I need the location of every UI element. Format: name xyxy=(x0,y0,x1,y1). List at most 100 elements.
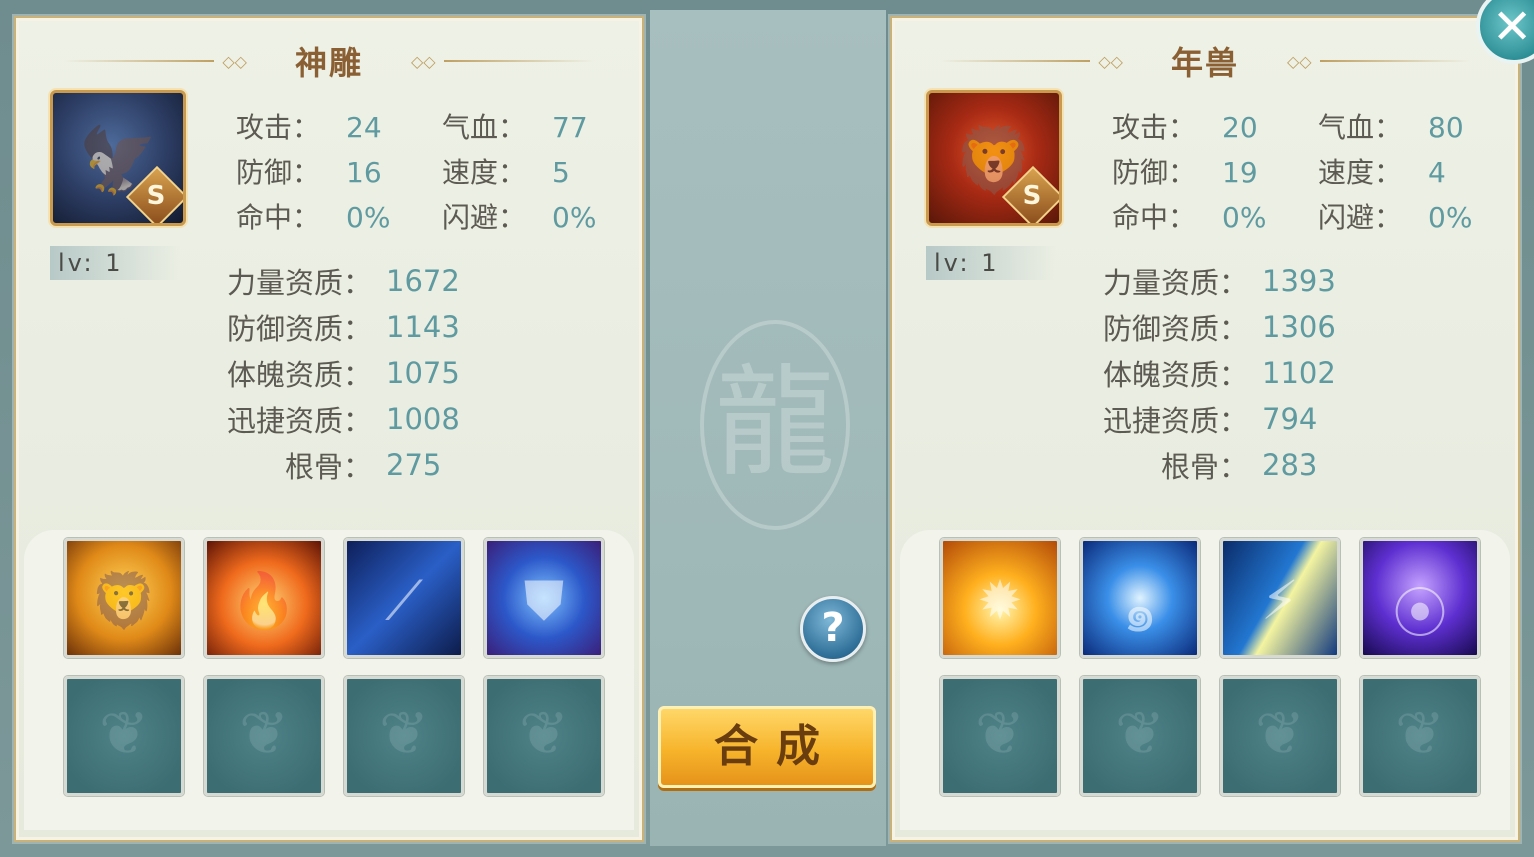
claw-icon: ⟋ xyxy=(385,569,423,632)
phoenix-skill-icon[interactable]: 🔥 xyxy=(204,538,324,658)
pillar-icon: ⦿ xyxy=(1393,582,1447,645)
title-divider xyxy=(1319,60,1470,62)
left-title-bar: ◇◇ 神雕 ◇◇ xyxy=(16,34,642,88)
empty-skill-slot[interactable] xyxy=(64,676,184,796)
lightning-icon: ⚡ xyxy=(1261,569,1299,632)
empty-skill-slot[interactable] xyxy=(484,676,604,796)
stat-label: 防御： xyxy=(1112,156,1197,189)
left-skills-grid: 🦁 🔥 ⟋ ⛊ xyxy=(24,530,634,830)
lightning-skill-icon[interactable]: ⚡ xyxy=(1220,538,1340,658)
stat-label: 速度： xyxy=(442,156,527,189)
left-pet-name: 神雕 xyxy=(294,44,363,82)
ornament-icon: ◇◇ xyxy=(222,51,247,71)
stat-label: 气血： xyxy=(442,111,527,144)
quality-value: 1393 xyxy=(1262,264,1336,298)
stat-value: 24 xyxy=(346,111,382,144)
quality-row: 体魄资质： 1075 xyxy=(216,350,616,396)
right-pet-name: 年兽 xyxy=(1170,44,1239,82)
lion-roar-skill-icon[interactable]: 🦁 xyxy=(64,538,184,658)
sun-icon: ✹ xyxy=(977,569,1023,632)
quality-value: 1306 xyxy=(1262,310,1336,344)
quality-row: 力量资质： 1672 xyxy=(216,258,616,304)
right-basic-stats: 攻击： 20 气血： 80 防御： 19 速度： 4 命中： 0% 闪避： 0% xyxy=(1112,110,1492,235)
stat-label: 防御： xyxy=(236,156,321,189)
left-pet-portrait[interactable]: 🦅 S xyxy=(50,90,186,226)
empty-skill-slot[interactable] xyxy=(1220,676,1340,796)
shield-skill-icon[interactable]: ⛊ xyxy=(484,538,604,658)
title-divider xyxy=(443,60,594,62)
stat-value: 19 xyxy=(1222,156,1258,189)
quality-label: 根骨： xyxy=(1160,450,1248,484)
stat-label: 攻击： xyxy=(1112,111,1197,144)
stat-label: 气血： xyxy=(1318,111,1403,144)
quality-row: 体魄资质： 1102 xyxy=(1092,350,1492,396)
vortex-icon: ๑ xyxy=(1122,581,1158,644)
left-basic-stats: 攻击： 24 气血： 77 防御： 16 速度： 5 命中： 0% 闪避： 0% xyxy=(236,110,616,235)
quality-row: 迅捷资质： 794 xyxy=(1092,396,1492,442)
right-pet-level: lv: 1 xyxy=(926,246,1056,280)
quality-row: 防御资质： 1143 xyxy=(216,304,616,350)
quality-label: 力量资质： xyxy=(226,266,372,300)
shield-icon: ⛊ xyxy=(523,569,565,632)
ornament-icon: ◇◇ xyxy=(1098,51,1123,71)
right-pet-portrait[interactable]: 🦁 S xyxy=(926,90,1062,226)
right-skills-grid: ✹ ๑ ⚡ ⦿ xyxy=(900,530,1510,830)
empty-skill-slot[interactable] xyxy=(204,676,324,796)
stat-value: 4 xyxy=(1428,156,1446,189)
quality-label: 体魄资质： xyxy=(1102,358,1248,392)
quality-label: 力量资质： xyxy=(1102,266,1248,300)
rank-label: S xyxy=(146,181,166,211)
empty-skill-slot[interactable] xyxy=(940,676,1060,796)
stat-value: 80 xyxy=(1428,111,1464,144)
quality-row: 力量资质： 1393 xyxy=(1092,258,1492,304)
quality-value: 1075 xyxy=(386,356,460,390)
stat-label: 攻击： xyxy=(236,111,321,144)
ornament-icon: ◇◇ xyxy=(1287,51,1312,71)
quality-label: 根骨： xyxy=(284,450,372,484)
quality-label: 防御资质： xyxy=(1102,312,1248,346)
quality-row: 防御资质： 1306 xyxy=(1092,304,1492,350)
sun-burst-skill-icon[interactable]: ✹ xyxy=(940,538,1060,658)
stat-value: 20 xyxy=(1222,111,1258,144)
merge-button[interactable]: 合成 xyxy=(658,706,876,788)
quality-label: 体魄资质： xyxy=(226,358,372,392)
claw-slash-skill-icon[interactable]: ⟋ xyxy=(344,538,464,658)
arcane-pillar-skill-icon[interactable]: ⦿ xyxy=(1360,538,1480,658)
quality-row: 迅捷资质： 1008 xyxy=(216,396,616,442)
quality-label: 防御资质： xyxy=(226,312,372,346)
empty-skill-slot[interactable] xyxy=(344,676,464,796)
title-divider xyxy=(940,60,1091,62)
stat-value: 0% xyxy=(552,201,597,234)
help-button[interactable]: ? xyxy=(800,596,866,662)
stat-label: 命中： xyxy=(1112,201,1197,234)
quality-label: 迅捷资质： xyxy=(1102,404,1248,438)
vortex-skill-icon[interactable]: ๑ xyxy=(1080,538,1200,658)
rank-label: S xyxy=(1022,181,1042,211)
stat-value: 77 xyxy=(552,111,588,144)
quality-value: 275 xyxy=(386,448,442,482)
quality-value: 794 xyxy=(1262,402,1318,436)
quality-value: 1102 xyxy=(1262,356,1336,390)
left-pet-level: lv: 1 xyxy=(50,246,180,280)
quality-value: 283 xyxy=(1262,448,1318,482)
lion-icon: 🦁 xyxy=(90,569,158,632)
left-pet-panel: ◇◇ 神雕 ◇◇ 🦅 S lv: 1 攻击： 24 气血： 77 防御： 16 … xyxy=(14,16,644,842)
phoenix-icon: 🔥 xyxy=(230,569,298,632)
empty-skill-slot[interactable] xyxy=(1080,676,1200,796)
title-divider xyxy=(64,60,215,62)
stat-value: 0% xyxy=(1222,201,1267,234)
right-pet-panel: ◇◇ 年兽 ◇◇ 🦁 S lv: 1 攻击： 20 气血： 80 防御： 19 … xyxy=(890,16,1520,842)
stat-value: 0% xyxy=(346,201,391,234)
stat-value: 5 xyxy=(552,156,570,189)
empty-skill-slot[interactable] xyxy=(1360,676,1480,796)
quality-row: 根骨： 283 xyxy=(1092,442,1492,488)
right-quality-stats: 力量资质： 1393 防御资质： 1306 体魄资质： 1102 迅捷资质： 7… xyxy=(1092,258,1492,488)
quality-value: 1008 xyxy=(386,402,460,436)
stat-label: 闪避： xyxy=(442,201,527,234)
quality-value: 1143 xyxy=(386,310,460,344)
stat-value: 16 xyxy=(346,156,382,189)
ornament-icon: ◇◇ xyxy=(411,51,436,71)
right-title-bar: ◇◇ 年兽 ◇◇ xyxy=(892,34,1518,88)
left-quality-stats: 力量资质： 1672 防御资质： 1143 体魄资质： 1075 迅捷资质： 1… xyxy=(216,258,616,488)
stat-label: 速度： xyxy=(1318,156,1403,189)
